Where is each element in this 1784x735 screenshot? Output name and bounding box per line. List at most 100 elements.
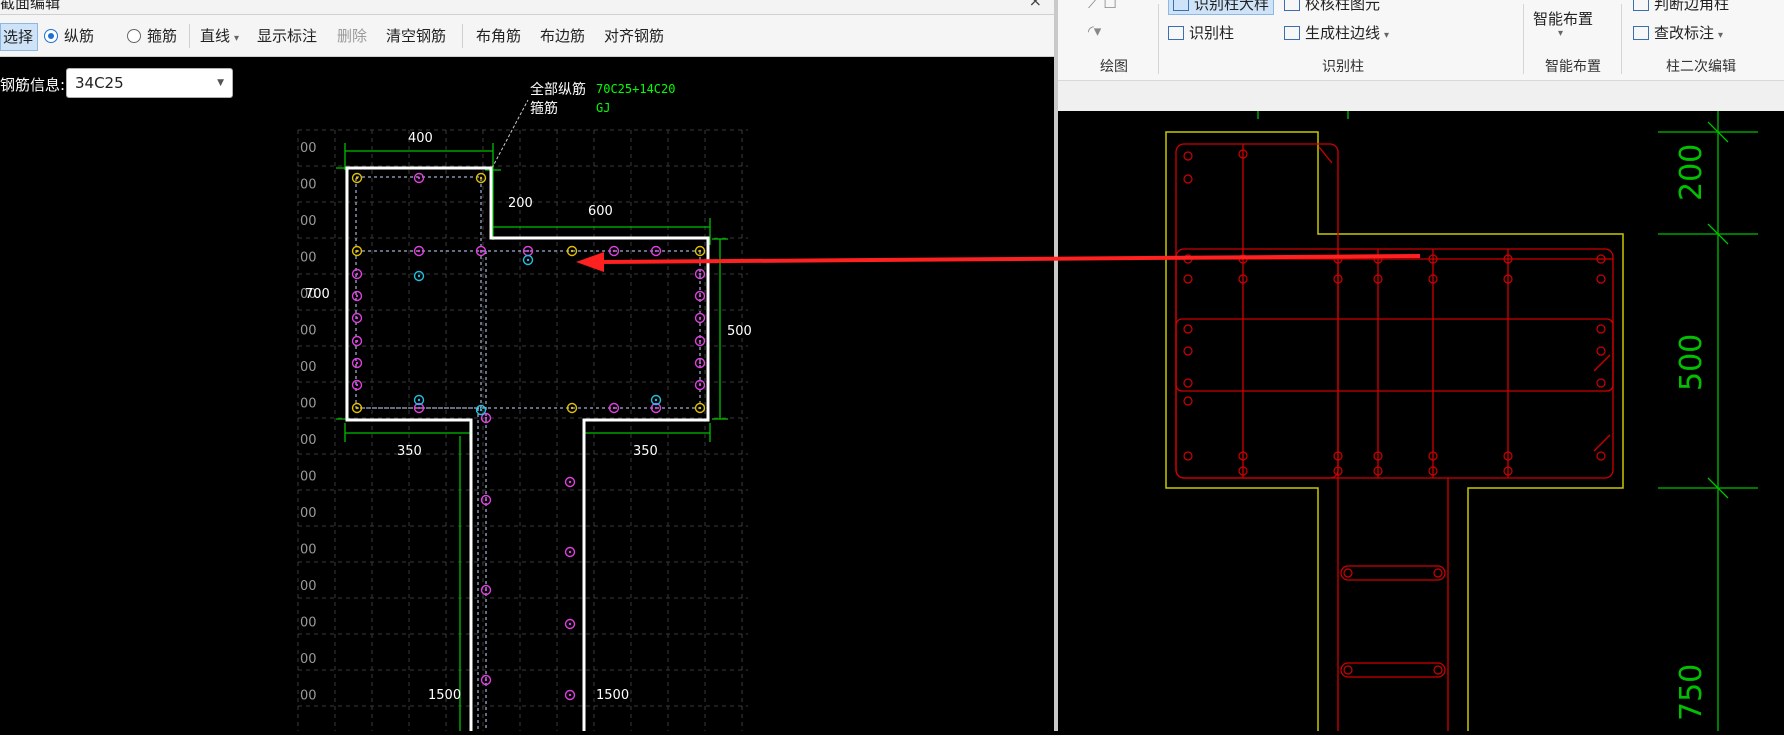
- cad-rebar-circle: [1183, 378, 1193, 388]
- rebar-center: [698, 316, 702, 320]
- grid-labels: 00000000000000000000000000000000: [300, 141, 317, 704]
- ribbon-label: 识别柱: [1189, 24, 1235, 42]
- arc-icon[interactable]: ◜▾: [1088, 22, 1101, 40]
- rebar-center: [698, 339, 702, 343]
- grid-label: 00: [300, 506, 317, 521]
- rebar-center: [484, 416, 488, 420]
- dim-600: 600: [588, 204, 613, 219]
- cad-rebar-circle: [1183, 346, 1193, 356]
- rebar-center: [568, 550, 572, 554]
- cad-rebar-circle: [1183, 451, 1193, 461]
- rebar-center: [417, 176, 421, 180]
- rebar-center: [484, 498, 488, 502]
- rebar-center: [417, 406, 421, 410]
- annotation-leader: [491, 99, 529, 169]
- cad-dim-500: 500: [1674, 334, 1709, 391]
- cad-drawing-view[interactable]: 200 500 750: [1058, 111, 1784, 731]
- section-editor-dialog: 截面编辑 × 选择 纵筋 箍筋 直线 ▾ 显示标注 删除 清空钢筋 布角筋 布边筋…: [0, 0, 1054, 731]
- rebar-center: [654, 249, 658, 253]
- group-label-smart: 智能布置: [1545, 59, 1601, 75]
- identify-column-button[interactable]: 识别柱: [1168, 22, 1234, 43]
- grid-label: 00: [300, 543, 317, 558]
- rebar-center: [612, 249, 616, 253]
- ribbon-separator: [1158, 4, 1159, 74]
- rebar-center: [479, 408, 483, 412]
- rebar-center: [355, 383, 359, 387]
- group-label-secondary-edit: 柱二次编辑: [1666, 59, 1736, 75]
- ribbon-label: 判断边角柱: [1654, 0, 1730, 13]
- cad-rebar-circle: [1343, 568, 1353, 578]
- grid-label: 00: [300, 652, 317, 667]
- cad-rebar-circle: [1596, 451, 1606, 461]
- ribbon-toolbar: ⟋ ☐ ◜▾ 识别柱大样 校核柱图元 识别柱 生成柱边线 ▾ 智能布置 ▾ 判断边…: [1058, 0, 1784, 81]
- grid: [297, 129, 748, 731]
- cad-rebar-circle: [1433, 568, 1443, 578]
- rebar-center: [698, 294, 702, 298]
- annotation-stirrup-value: GJ: [596, 101, 610, 115]
- rebar-center: [484, 588, 488, 592]
- dim-350-right: 350: [633, 444, 658, 459]
- rebar-center: [479, 176, 483, 180]
- ribbon-separator: [1523, 4, 1524, 74]
- check-column-element-button[interactable]: 校核柱图元: [1284, 0, 1380, 14]
- judge-corner-column-button[interactable]: 判断边角柱: [1633, 0, 1729, 14]
- group-label-identify: 识别柱: [1322, 59, 1364, 75]
- section-canvas[interactable]: 00000000000000000000000000000000 400 200…: [0, 0, 1054, 731]
- rebar-center: [355, 176, 359, 180]
- annotation-stirrup-label: 箍筋: [530, 100, 558, 117]
- cad-rebar-circle: [1183, 396, 1193, 406]
- generate-column-edge-button[interactable]: 生成柱边线 ▾: [1284, 22, 1389, 43]
- rebar-center: [526, 249, 530, 253]
- dim-700: 700: [305, 287, 330, 302]
- rebar-center: [698, 361, 702, 365]
- cad-rebar-circle: [1596, 324, 1606, 334]
- rebar-center: [570, 249, 574, 253]
- rebar-center: [698, 406, 702, 410]
- cad-rebar-circle: [1596, 346, 1606, 356]
- grid-icon: [1633, 0, 1649, 11]
- column-icon: [1168, 26, 1184, 40]
- rebar-center: [417, 274, 421, 278]
- ribbon-label: 识别柱大样: [1194, 0, 1270, 13]
- edge-icon: [1284, 26, 1300, 40]
- cad-rebar-circle: [1183, 274, 1193, 284]
- grid-label: 00: [300, 251, 317, 266]
- grid-label: 00: [300, 324, 317, 339]
- cad-rebar-circle: [1343, 665, 1353, 675]
- cad-rebar-circle: [1433, 665, 1443, 675]
- grid-label: 00: [300, 141, 317, 156]
- rebar-center: [526, 258, 530, 262]
- grid-label: 00: [300, 178, 317, 193]
- dim-350-left: 350: [397, 444, 422, 459]
- cad-rebar-outlines: [1175, 143, 1614, 731]
- grid-label: 00: [300, 470, 317, 485]
- ribbon-label: 智能布置: [1533, 10, 1594, 28]
- dim-400: 400: [408, 131, 433, 146]
- cad-dimension-text: 200 500 750: [1674, 144, 1709, 721]
- rebar-center: [698, 249, 702, 253]
- pencil-icon[interactable]: ⟋ ☐: [1088, 0, 1117, 12]
- cad-canvas[interactable]: 200 500 750: [1058, 111, 1784, 731]
- chevron-down-icon[interactable]: ▾: [1558, 28, 1563, 39]
- rebar-center: [698, 383, 702, 387]
- rebar-center: [654, 406, 658, 410]
- grid-label: 00: [300, 433, 317, 448]
- check-icon: [1284, 0, 1300, 11]
- ribbon-label: 校核柱图元: [1305, 0, 1381, 13]
- rebar-center: [355, 406, 359, 410]
- rebar-center: [568, 693, 572, 697]
- annotation-long-value: 70C25+14C20: [596, 82, 675, 96]
- rebar-center: [479, 249, 483, 253]
- dim-1500-right: 1500: [596, 688, 629, 703]
- edit-annotation-button[interactable]: 查改标注 ▾: [1633, 22, 1723, 43]
- cad-rebar-circle: [1183, 151, 1193, 161]
- rebar-center: [698, 272, 702, 276]
- rebar-center: [355, 361, 359, 365]
- dim-200: 200: [508, 196, 533, 211]
- smart-layout-button[interactable]: 智能布置: [1533, 8, 1593, 29]
- group-label-draw: 绘图: [1100, 59, 1128, 75]
- ribbon-gap: [1058, 81, 1784, 111]
- grid-label: 00: [300, 214, 317, 229]
- identify-column-detail-button[interactable]: 识别柱大样: [1168, 0, 1275, 15]
- rebar-center: [417, 398, 421, 402]
